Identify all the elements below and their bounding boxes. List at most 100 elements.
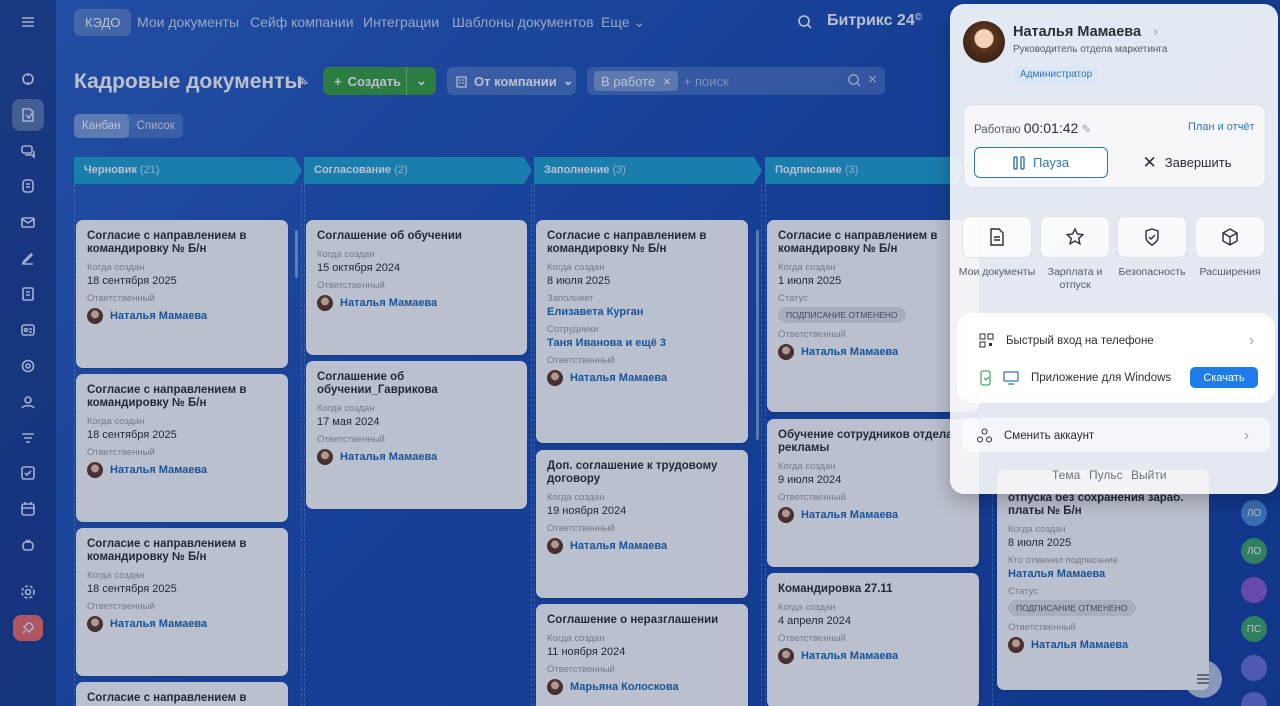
person-link[interactable]: Наталья Мамаева <box>801 509 898 521</box>
scrollbar[interactable] <box>756 230 759 440</box>
menu-company-safe[interactable]: Сейф компании <box>250 9 354 36</box>
person-link[interactable]: Наталья Мамаева <box>1031 639 1128 651</box>
kanban-card[interactable]: Согласие с направлением в командировку №… <box>76 220 288 368</box>
pulse-icon[interactable] <box>12 63 44 95</box>
chat-avatar[interactable]: ЛО <box>1241 538 1267 564</box>
create-button[interactable]: + Создать ⌄ <box>323 67 436 95</box>
chat-avatar[interactable]: ПС <box>1241 616 1267 642</box>
chip-close-icon[interactable]: × <box>663 74 671 89</box>
column-signing-header[interactable]: Подписание (3) <box>765 157 965 184</box>
tile-security[interactable] <box>1117 216 1187 258</box>
card-title: Согласие с направлением в командировку №… <box>87 538 247 563</box>
kanban-card[interactable]: отпуска без сохранения зараб. платы № Б/… <box>997 470 1209 690</box>
kanban-card[interactable]: Согласие с направлением в командировку №… <box>76 528 288 676</box>
person-link[interactable]: Наталья Мамаева <box>340 297 437 309</box>
pause-button[interactable]: Пауза <box>974 147 1108 178</box>
tile-salary[interactable] <box>1040 216 1110 258</box>
clear-icon[interactable]: × <box>868 72 877 88</box>
person-link[interactable]: Наталья Мамаева <box>801 650 898 662</box>
search-icon[interactable] <box>847 73 862 88</box>
person-link[interactable]: Наталья Мамаева <box>570 372 667 384</box>
kanban-card[interactable]: Соглашение об обучении Когда создан 15 о… <box>306 220 527 355</box>
filter-search[interactable]: В работе × × <box>587 67 885 95</box>
tile-label: Расширения <box>1199 266 1261 278</box>
settings-icon[interactable] <box>12 576 44 608</box>
hamburger-icon[interactable] <box>12 6 44 38</box>
plan-report-link[interactable]: План и отчёт <box>1188 121 1255 133</box>
person-link[interactable]: Наталья Мамаева <box>110 618 207 630</box>
person-link[interactable]: Наталья Мамаева <box>1008 568 1198 580</box>
tile-my-documents[interactable] <box>962 216 1032 258</box>
mail-icon[interactable] <box>12 206 44 238</box>
column-approval-header[interactable]: Согласование (2) <box>304 157 532 184</box>
logout-link[interactable]: Выйти <box>1131 468 1167 482</box>
edit-icon[interactable]: ✎ <box>1081 124 1091 136</box>
tasks-icon[interactable] <box>12 457 44 489</box>
scrollbar[interactable] <box>295 230 298 278</box>
robot-icon[interactable] <box>12 529 44 561</box>
chat-avatar[interactable] <box>1241 692 1267 706</box>
chevron-down-icon: ⌄ <box>562 73 574 88</box>
search-input[interactable] <box>683 73 834 89</box>
copilot-avatar[interactable] <box>1241 655 1267 681</box>
company-filter-button[interactable]: От компании ⌄ <box>447 67 576 95</box>
chat-avatar[interactable]: ЛО <box>1241 500 1267 526</box>
target-icon[interactable] <box>12 350 44 382</box>
column-filling-header[interactable]: Заполнение (3) <box>534 157 762 184</box>
person-link[interactable]: Наталья Мамаева <box>110 464 207 476</box>
kanban-card[interactable]: Доп. соглашение к трудовому договору Ког… <box>536 450 748 598</box>
tile-extensions[interactable] <box>1195 216 1265 258</box>
kanban-card[interactable]: Согласие с направлением в командировку №… <box>76 374 288 522</box>
contacts-icon[interactable] <box>12 314 44 346</box>
chat-avatar[interactable] <box>1241 577 1267 603</box>
menu-integrations[interactable]: Интеграции <box>363 9 439 36</box>
kanban-card[interactable]: Согласие с направлением в командировку №… <box>767 220 979 412</box>
kanban-card[interactable]: Соглашение о неразглашении Когда создан … <box>536 604 748 706</box>
profile-name-text: Наталья Мамаева <box>1013 24 1142 40</box>
person-link[interactable]: Наталья Мамаева <box>110 310 207 322</box>
person-link[interactable]: Марьяна Колоскова <box>570 681 679 693</box>
person-link[interactable]: Елизавета Курган <box>547 306 737 318</box>
profile-name[interactable]: Наталья Мамаева › <box>1013 24 1158 40</box>
pin-icon[interactable] <box>297 76 309 88</box>
person-link[interactable]: Наталья Мамаева <box>801 346 898 358</box>
list-icon[interactable] <box>1184 660 1222 698</box>
finish-button[interactable]: ✕ Завершить <box>1118 147 1256 178</box>
notes-icon[interactable] <box>12 278 44 310</box>
building-icon <box>455 75 468 88</box>
sign-icon[interactable] <box>12 242 44 274</box>
column-draft-header[interactable]: Черновик (21) <box>74 157 302 184</box>
calendar-icon[interactable] <box>12 493 44 525</box>
kanban-card[interactable]: Обучение сотрудников отдела рекламы Когд… <box>767 419 979 567</box>
documents-icon[interactable] <box>12 99 44 131</box>
menu-my-documents[interactable]: Мои документы <box>137 9 239 36</box>
pulse-link[interactable]: Пульс <box>1089 468 1123 482</box>
users-icon[interactable] <box>12 386 44 418</box>
quick-login-row[interactable]: Быстрый вход на телефоне › <box>979 332 1254 349</box>
person-link[interactable]: Наталья Мамаева <box>570 540 667 552</box>
person-link[interactable]: Наталья Мамаева <box>340 451 437 463</box>
search-icon[interactable] <box>797 14 813 30</box>
kanban-card[interactable]: Согласие с направлением в командировку №… <box>536 220 748 443</box>
download-button[interactable]: Скачать <box>1190 367 1258 388</box>
kanban-card[interactable]: Командировка 27.11 Когда создан 4 апреля… <box>767 573 979 706</box>
view-kanban[interactable]: Канбан <box>74 114 129 138</box>
switch-account-label: Сменить аккаунт <box>1004 429 1095 442</box>
menu-templates[interactable]: Шаблоны документов <box>452 9 594 36</box>
theme-link[interactable]: Тема <box>1052 468 1080 482</box>
column-count: (2) <box>394 164 408 176</box>
chat-icon[interactable] <box>12 135 44 167</box>
filter-stack-icon[interactable] <box>12 422 44 454</box>
view-list[interactable]: Список <box>129 114 183 138</box>
card-title: Соглашение об обучении <box>317 230 462 242</box>
employees-link[interactable]: Таня Иванова и ещё 3 <box>547 337 737 349</box>
filter-chip[interactable]: В работе × <box>594 71 678 91</box>
create-dropdown-icon[interactable]: ⌄ <box>407 73 436 89</box>
kanban-card[interactable]: Согласие с направлением в <box>76 682 288 706</box>
calendar-badge-icon[interactable] <box>12 170 44 202</box>
create-label: Создать <box>347 73 402 89</box>
rocket-icon[interactable] <box>13 615 43 641</box>
kedo-tab[interactable]: КЭДО <box>74 9 132 36</box>
kanban-card[interactable]: Соглашение об обучении_Гаврикова Когда с… <box>306 361 527 509</box>
menu-more[interactable]: Еще ⌄ <box>601 9 645 36</box>
